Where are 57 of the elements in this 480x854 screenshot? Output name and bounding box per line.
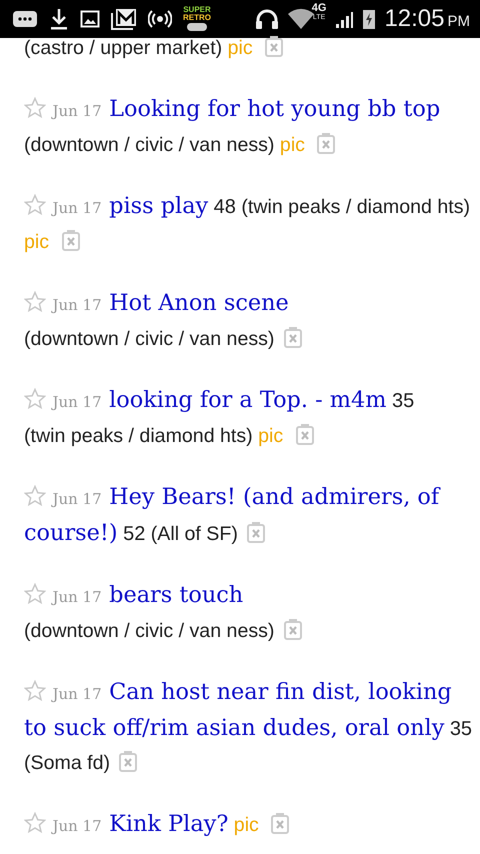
location: (castro / upper market)	[24, 37, 222, 59]
post-title-link[interactable]: Hot Anon scene	[109, 290, 289, 316]
star-icon[interactable]	[24, 388, 46, 410]
post-title-link[interactable]: Kink Play?	[109, 811, 228, 837]
star-icon[interactable]	[24, 291, 46, 313]
app-name-text: RETRO	[183, 14, 211, 22]
radio-icon	[148, 10, 172, 28]
post-date: Jun 17	[52, 393, 102, 411]
price: 52	[123, 523, 146, 545]
star-icon[interactable]	[24, 583, 46, 605]
hide-icon[interactable]	[264, 35, 284, 57]
post-date: Jun 17	[52, 588, 102, 606]
pic-tag: pic	[24, 231, 50, 253]
headphones-icon	[254, 8, 279, 30]
price: 48	[214, 196, 236, 218]
star-icon[interactable]	[24, 97, 46, 119]
star-icon[interactable]	[24, 680, 46, 702]
star-icon[interactable]	[24, 485, 46, 507]
post-date: Jun 17	[52, 102, 102, 120]
signal-icon	[334, 9, 354, 29]
star-icon[interactable]	[24, 812, 46, 834]
location: (All of SF)	[150, 523, 238, 545]
post-title-link[interactable]: looking for a Top. - m4m	[109, 387, 387, 413]
location: (twin peaks / diamond hts)	[24, 425, 253, 447]
post-title-link[interactable]: Can host near fin dist, looking	[109, 679, 452, 705]
pic-tag: pic	[228, 37, 253, 59]
post-title-link[interactable]: to suck off/rim asian dudes, oral only	[24, 715, 444, 741]
app-name-text: SUPER	[183, 6, 211, 14]
post-title-link[interactable]: Looking for hot young bb top	[109, 96, 440, 122]
post-date: Jun 17	[52, 490, 102, 508]
post-title-link[interactable]: piss play	[109, 193, 208, 219]
location: (twin peaks / diamond hts)	[241, 196, 470, 218]
battery-icon	[362, 8, 376, 30]
more-icon	[12, 9, 38, 29]
network-type: 4G	[312, 4, 326, 13]
star-icon[interactable]	[24, 194, 46, 216]
post-date: Jun 17	[52, 296, 102, 314]
gamepad-icon	[186, 22, 208, 32]
post-date: Jun 17	[52, 817, 102, 835]
pic-tag: pic	[280, 134, 305, 156]
download-icon	[49, 7, 69, 31]
pic-tag: pic	[258, 425, 284, 447]
location: (Soma fd)	[24, 752, 110, 774]
post-title-link[interactable]: Hey Bears! (and admirers, of	[109, 484, 440, 510]
mail-icon	[111, 8, 137, 30]
clock: 12:05 PM	[384, 5, 470, 33]
location: (downtown / civic / van ness)	[24, 328, 274, 350]
post-date: Jun 17	[52, 685, 102, 703]
post-title-link[interactable]: course!)	[24, 520, 118, 546]
pic-tag: pic	[234, 814, 259, 836]
price: 35	[392, 390, 414, 412]
location: (downtown / civic / van ness)	[24, 620, 274, 642]
location: (downtown / civic / van ness)	[24, 134, 274, 156]
post-date: Jun 17	[52, 199, 102, 217]
post-title-link[interactable]: bears touch	[109, 582, 244, 608]
price: 35	[450, 718, 472, 740]
image-icon	[80, 9, 100, 29]
